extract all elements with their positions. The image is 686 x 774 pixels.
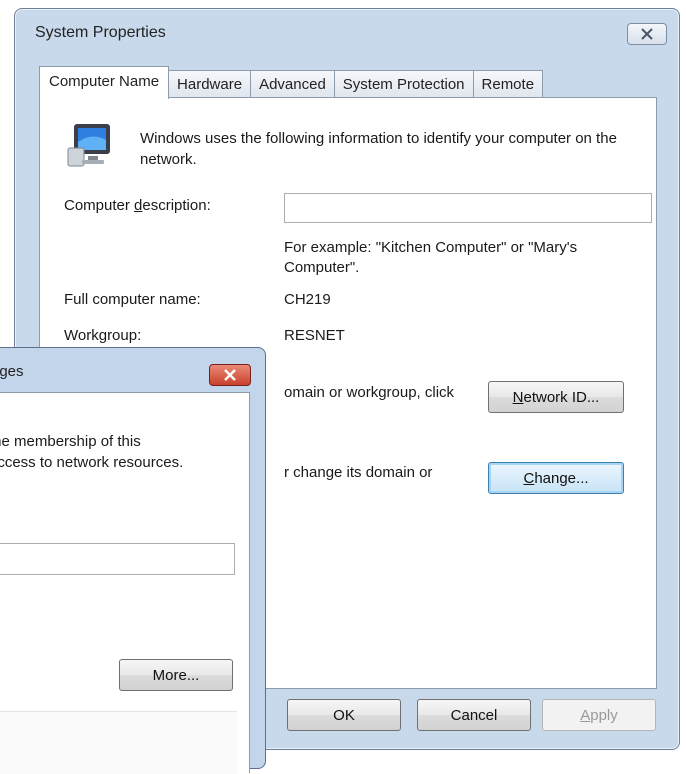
more-button[interactable]: More... bbox=[119, 659, 233, 691]
dialog-title: nges bbox=[0, 363, 24, 380]
full-name-value: CH219 bbox=[284, 291, 331, 308]
window-title: System Properties bbox=[35, 24, 166, 41]
tab-computer-name[interactable]: Computer Name bbox=[39, 66, 170, 99]
dialog-description: the membership of this access to network… bbox=[0, 431, 183, 473]
window-close-button[interactable] bbox=[627, 23, 667, 45]
dialog-description-line2: access to network resources. bbox=[0, 454, 184, 471]
tab-hardware[interactable]: Hardware bbox=[169, 70, 252, 98]
computer-monitor-icon bbox=[67, 124, 110, 167]
network-id-text: omain or workgroup, click bbox=[284, 384, 455, 401]
close-icon bbox=[224, 369, 236, 381]
workgroup-value: RESNET bbox=[284, 327, 345, 344]
dialog-close-button[interactable] bbox=[209, 364, 251, 386]
description-label: Computer description: bbox=[64, 197, 211, 214]
tab-remote[interactable]: Remote bbox=[473, 70, 544, 98]
computer-name-changes-dialog: nges the membership of this access to ne… bbox=[0, 347, 266, 774]
change-text: r change its domain or bbox=[284, 464, 433, 481]
apply-button[interactable]: Apply bbox=[542, 699, 656, 731]
dialog-description-line1: the membership of this bbox=[0, 433, 141, 450]
tab-system-protection[interactable]: System Protection bbox=[334, 70, 474, 98]
workgroup-label: Workgroup: bbox=[64, 327, 142, 344]
full-name-label: Full computer name: bbox=[64, 291, 201, 308]
description-example-text: For example: "Kitchen Computer" or "Mary… bbox=[284, 239, 578, 276]
change-button[interactable]: Change... bbox=[488, 462, 624, 494]
cancel-button[interactable]: Cancel bbox=[417, 699, 531, 731]
close-icon bbox=[641, 28, 653, 40]
intro-text: Windows uses the following information t… bbox=[140, 130, 617, 168]
dialog-body: the membership of this access to network… bbox=[0, 392, 250, 774]
tab-advanced[interactable]: Advanced bbox=[251, 70, 335, 98]
ok-button[interactable]: OK bbox=[287, 699, 401, 731]
network-id-button[interactable]: Network ID... bbox=[488, 381, 624, 413]
member-of-group bbox=[0, 711, 237, 774]
computer-description-input[interactable] bbox=[284, 193, 652, 223]
tab-strip: Computer Name Hardware Advanced System P… bbox=[39, 66, 544, 99]
computer-name-input[interactable] bbox=[0, 543, 235, 575]
